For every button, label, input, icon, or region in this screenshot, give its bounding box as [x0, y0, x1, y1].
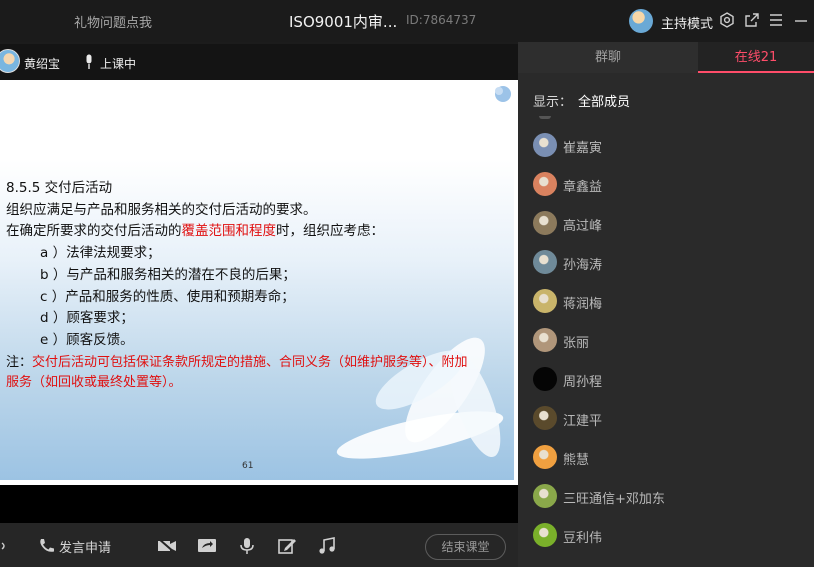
slide-list-item: b ）与产品和服务相关的潜在不良的后果；: [40, 267, 296, 283]
member-name: 高过峰: [563, 219, 603, 234]
slide-list-item: a ）法律法规要求；: [40, 245, 161, 261]
edit-icon[interactable]: [277, 537, 297, 555]
slide-note-continued: 服务（如回收或最终处置等）。: [6, 375, 182, 390]
speaker-name: 黄绍宝: [24, 57, 61, 71]
member-name: 蒋润梅: [563, 297, 603, 312]
host-mode-label[interactable]: 主持模式: [661, 13, 713, 32]
member-avatar: [533, 250, 557, 274]
member-row[interactable]: 张丽: [533, 328, 803, 354]
member-name: 崔嘉寅: [563, 141, 603, 156]
member-avatar: [533, 211, 557, 235]
member-name: 三旺通信+邓加东: [563, 492, 665, 507]
decorative-petals-graphic: [336, 337, 504, 459]
filter-value[interactable]: 全部成员: [578, 95, 630, 110]
member-avatar: [533, 406, 557, 430]
member-filter[interactable]: 显示： 全部成员: [533, 91, 630, 110]
speaker-volume-icon[interactable]: [0, 537, 6, 555]
slide-background: 8.5.5 交付后活动 组织应满足与产品和服务相关的交付后活动的要求。 在确定所…: [0, 80, 514, 480]
member-name: 熊慧: [563, 453, 590, 468]
member-row[interactable]: 周孙程: [533, 367, 803, 393]
slide-list-item: e ）顾客反馈。: [40, 332, 134, 348]
bottom-toolbar: 发言申请 结束课堂: [0, 523, 518, 567]
course-title: ISO9001内审...: [289, 13, 398, 31]
member-row[interactable]: 孙海涛: [533, 250, 803, 276]
title-bar: 礼物问题点我 ISO9001内审... ID:7864737 主持模式: [0, 0, 814, 42]
screen-share-icon[interactable]: [197, 537, 217, 555]
member-avatar: [533, 328, 557, 352]
member-row[interactable]: 熊慧: [533, 445, 803, 471]
presentation-slide: 8.5.5 交付后活动 组织应满足与产品和服务相关的交付后活动的要求。 在确定所…: [0, 80, 518, 485]
speaker-avatar: [0, 49, 20, 73]
member-name: 周孙程: [563, 375, 603, 390]
room-id: ID:7864737: [406, 13, 477, 27]
slide-line: 组织应满足与产品和服务相关的交付后活动的要求。: [6, 202, 317, 218]
slide-highlight: 覆盖范围和程度: [181, 223, 277, 239]
settings-icon[interactable]: [719, 12, 735, 28]
member-row[interactable]: 蒋润梅: [533, 289, 803, 315]
slide-logo-icon: [492, 84, 512, 104]
end-class-button[interactable]: 结束课堂: [425, 534, 506, 560]
member-name: 张丽: [563, 336, 590, 351]
music-icon[interactable]: [317, 537, 337, 555]
member-name: 豆利伟: [563, 531, 603, 546]
panel-tabs: 群聊 在线21: [518, 42, 814, 73]
scrolled-avatar-edge: [539, 116, 551, 119]
video-strip: [0, 485, 518, 523]
member-name: 章鑫益: [563, 180, 603, 195]
microphone-icon[interactable]: [237, 537, 257, 555]
member-avatar: [533, 172, 557, 196]
slide-line-part: 时，组织应考虑：: [276, 223, 384, 239]
tab-group-chat[interactable]: 群聊: [518, 42, 698, 73]
slide-list-item: d ）顾客要求；: [40, 310, 134, 326]
tab-online[interactable]: 在线21: [698, 42, 814, 73]
slide-note: 注：交付后活动可包括保证条款所规定的措施、合同义务（如维护服务等）、附加: [6, 351, 468, 370]
speaker-bar: 黄绍宝 上课中: [0, 44, 518, 80]
member-avatar: [533, 133, 557, 157]
member-row[interactable]: 江建平: [533, 406, 803, 432]
member-row[interactable]: 豆利伟: [533, 523, 803, 549]
minimize-icon[interactable]: [793, 12, 809, 28]
member-row[interactable]: 崔嘉寅: [533, 133, 803, 159]
member-avatar: [533, 484, 557, 508]
menu-icon[interactable]: [768, 12, 784, 28]
slide-line-part: 在确定所要求的交付后活动的: [6, 223, 182, 239]
camera-off-icon[interactable]: [157, 537, 177, 555]
slide-line: 在确定所要求的交付后活动的覆盖范围和程度时，组织应考虑：: [6, 219, 384, 239]
slide-heading: 8.5.5 交付后活动: [6, 180, 113, 196]
member-row[interactable]: 高过峰: [533, 211, 803, 237]
microphone-icon: [84, 54, 94, 70]
slide-note-prefix: 注：: [6, 355, 33, 370]
member-row[interactable]: 章鑫益: [533, 172, 803, 198]
member-avatar: [533, 367, 557, 391]
slide-note-text: 交付后活动可包括保证条款所规定的措施、合同义务（如维护服务等）、附加: [32, 355, 468, 370]
host-avatar[interactable]: [629, 9, 653, 33]
phone-icon[interactable]: [37, 537, 57, 555]
popout-icon[interactable]: [744, 12, 760, 28]
slide-page-number: 61: [242, 461, 254, 471]
member-avatar: [533, 445, 557, 469]
member-avatar: [533, 289, 557, 313]
member-name: 孙海涛: [563, 258, 603, 273]
slide-list-item: c ）产品和服务的性质、使用和预期寿命；: [40, 289, 295, 305]
class-status: 上课中: [100, 57, 137, 71]
member-panel: 群聊 在线21 显示： 全部成员 崔嘉寅章鑫益高过峰孙海涛蒋润梅张丽周孙程江建平熊…: [518, 42, 814, 567]
filter-label: 显示：: [533, 95, 573, 110]
gift-help-link[interactable]: 礼物问题点我: [74, 12, 152, 31]
member-name: 江建平: [563, 414, 603, 429]
member-row[interactable]: 三旺通信+邓加东: [533, 484, 803, 510]
member-avatar: [533, 523, 557, 547]
speak-request-button[interactable]: 发言申请: [59, 537, 111, 556]
